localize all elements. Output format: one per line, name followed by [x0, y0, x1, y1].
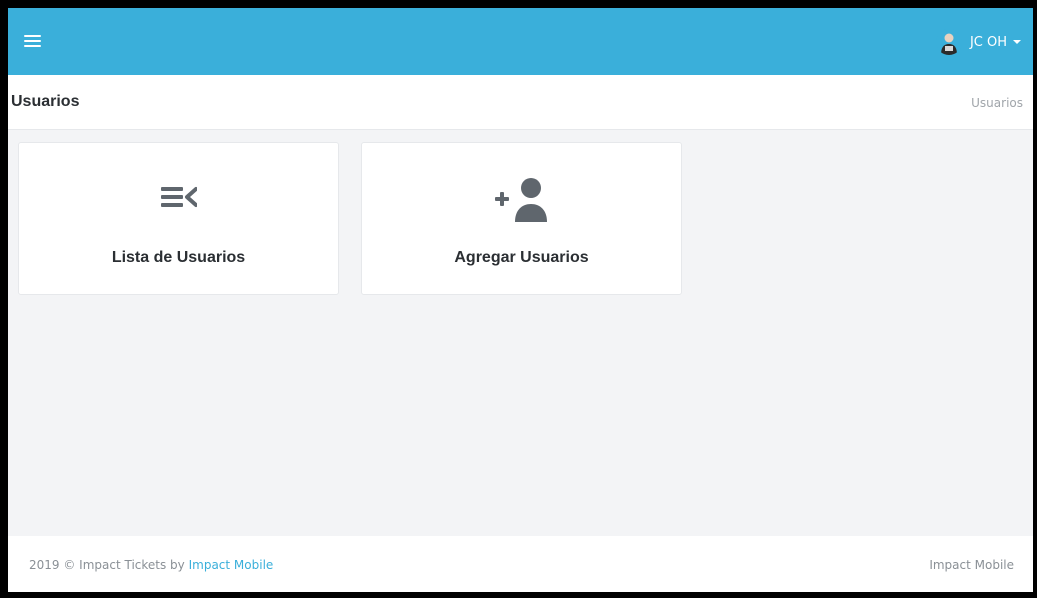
- user-menu-dropdown[interactable]: JC OH: [935, 28, 1021, 56]
- add-users-label: Agregar Usuarios: [454, 249, 589, 266]
- footer-company-link[interactable]: Impact Mobile: [189, 558, 274, 572]
- copyright-text: 2019 © Impact Tickets by: [29, 558, 185, 572]
- avatar: [935, 29, 962, 55]
- footer: 2019 © Impact Tickets by Impact Mobile I…: [8, 536, 1033, 592]
- list-arrow-icon: [160, 181, 198, 218]
- add-user-icon: [489, 178, 555, 228]
- page-header: Usuarios Usuarios: [8, 75, 1033, 130]
- top-navbar: JC OH: [8, 8, 1033, 75]
- hamburger-menu-icon[interactable]: [24, 34, 41, 48]
- app-window: JC OH Usuarios Usuarios Lista de Usuario…: [8, 8, 1033, 592]
- breadcrumb[interactable]: Usuarios: [971, 96, 1023, 110]
- list-users-label: Lista de Usuarios: [111, 249, 246, 266]
- add-users-card[interactable]: Agregar Usuarios: [361, 142, 682, 295]
- user-name: JC OH: [969, 34, 1007, 50]
- page-title: Usuarios: [11, 93, 80, 110]
- footer-right-text: Impact Mobile: [929, 558, 1014, 572]
- chevron-down-icon: [1013, 40, 1021, 44]
- list-users-card[interactable]: Lista de Usuarios: [18, 142, 339, 295]
- footer-copyright: 2019 © Impact Tickets by Impact Mobile: [29, 558, 273, 572]
